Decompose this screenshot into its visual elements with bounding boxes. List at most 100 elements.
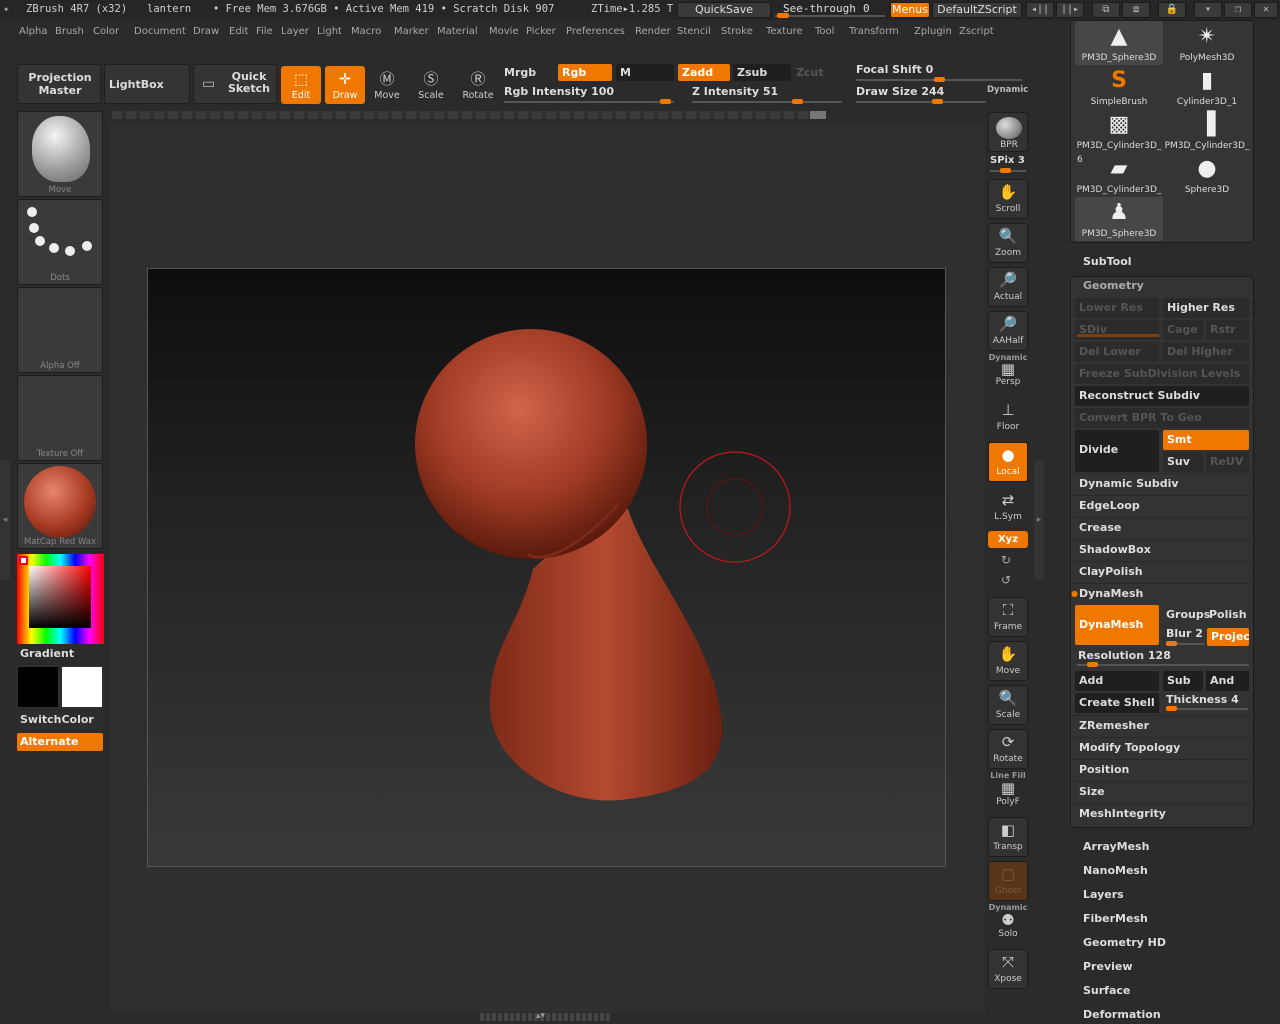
size-section[interactable]: Size	[1073, 781, 1251, 801]
rstr-button[interactable]: Rstr	[1206, 320, 1249, 340]
modify-topology-section[interactable]: Modify Topology	[1073, 737, 1251, 757]
brush-thumbnail[interactable]: Move	[17, 111, 103, 197]
z-intensity-slider[interactable]: Z Intensity 51	[692, 85, 778, 98]
tray-right-icon[interactable]: ||▸	[1056, 2, 1084, 18]
restore-icon[interactable]: ❐	[1224, 2, 1252, 18]
smt-toggle[interactable]: Smt	[1163, 430, 1249, 450]
scroll-button[interactable]: ✋ Scroll	[988, 179, 1028, 219]
menu-texture[interactable]: Texture	[766, 26, 803, 37]
freeze-subdiv-button[interactable]: Freeze SubDivision Levels	[1075, 364, 1249, 384]
right-tray-toggle-icon[interactable]: ▸	[1034, 460, 1044, 580]
document-canvas[interactable]	[147, 268, 946, 867]
fibermesh-section[interactable]: FiberMesh	[1083, 912, 1148, 925]
rotate-z-icon[interactable]: ↺	[1001, 573, 1011, 587]
sculpt-mesh[interactable]	[148, 269, 945, 866]
divide-button[interactable]: Divide	[1075, 430, 1159, 472]
sub-button[interactable]: Sub	[1163, 671, 1203, 691]
higher-res-button[interactable]: Higher Res	[1163, 298, 1249, 318]
actual-button[interactable]: 🔎 Actual	[988, 267, 1028, 307]
menu-tool[interactable]: Tool	[815, 26, 834, 37]
suv-toggle[interactable]: Suv	[1163, 452, 1203, 472]
local-button[interactable]: ● Local	[988, 442, 1028, 482]
minimize-icon[interactable]: ▾	[1194, 2, 1222, 18]
close-icon[interactable]: ✕	[1254, 2, 1278, 18]
menu-layer[interactable]: Layer	[281, 26, 309, 37]
zremesher-section[interactable]: ZRemesher	[1073, 715, 1251, 735]
arraymesh-section[interactable]: ArrayMesh	[1083, 840, 1149, 853]
persp-button[interactable]: ▦ Persp	[988, 361, 1028, 391]
solo-button[interactable]: ⚉ Solo	[988, 911, 1028, 943]
and-button[interactable]: And	[1206, 671, 1249, 691]
aahalf-button[interactable]: 🔎 AAHalf	[988, 311, 1028, 351]
menu-material[interactable]: Material	[437, 26, 478, 37]
menu-marker[interactable]: Marker	[394, 26, 429, 37]
quick-sketch-button[interactable]: ▭ Quick Sketch	[193, 64, 277, 104]
stroke-thumbnail[interactable]: Dots	[17, 199, 103, 285]
subtool-item[interactable]: ♟ PM3D_Sphere3D	[1075, 197, 1163, 241]
canvas-scrollbar-thumb[interactable]	[810, 111, 826, 119]
quicksave-button[interactable]: QuickSave	[677, 2, 771, 18]
bottom-tray-arrow-icon[interactable]: ▴▾	[536, 1011, 545, 1021]
subtool-item[interactable]: ▩ PM3D_Cylinder3D_	[1075, 109, 1163, 153]
material-thumbnail[interactable]: MatCap Red Wax	[17, 463, 103, 549]
menu-zscript[interactable]: Zscript	[959, 26, 994, 37]
nanomesh-section[interactable]: NanoMesh	[1083, 864, 1148, 877]
shadowbox-section[interactable]: ShadowBox	[1073, 539, 1251, 559]
create-shell-button[interactable]: Create Shell	[1075, 693, 1159, 713]
subtool-section[interactable]: SubTool	[1083, 255, 1132, 268]
draw-size-slider[interactable]: Draw Size 244	[856, 85, 944, 98]
color-picker[interactable]	[17, 554, 104, 644]
del-higher-button[interactable]: Del Higher	[1163, 342, 1249, 362]
menu-preferences[interactable]: Preferences	[566, 26, 625, 37]
polish-toggle[interactable]: Polish	[1209, 608, 1247, 621]
menu-brush[interactable]: Brush	[55, 26, 84, 37]
surface-section[interactable]: Surface	[1083, 984, 1130, 997]
meshintegrity-section[interactable]: MeshIntegrity	[1073, 803, 1251, 823]
zsub-toggle[interactable]: Zsub	[733, 64, 791, 81]
menu-picker[interactable]: Picker	[526, 26, 556, 37]
default-zscript-button[interactable]: DefaultZScript	[932, 2, 1022, 18]
blur-slider[interactable]: Blur 2	[1166, 627, 1203, 640]
add-button[interactable]: Add	[1075, 671, 1159, 691]
color-marker[interactable]	[19, 556, 28, 565]
layout-2-icon[interactable]: ⧈	[1122, 2, 1150, 18]
menu-edit[interactable]: Edit	[229, 26, 248, 37]
scale-view-button[interactable]: 🔍 Scale	[988, 685, 1028, 725]
menu-stencil[interactable]: Stencil	[677, 26, 711, 37]
color-sv-square[interactable]	[29, 566, 91, 628]
move-mode-button[interactable]: Ⓜ Move	[367, 66, 407, 104]
sdiv-slider[interactable]: SDiv	[1075, 320, 1159, 340]
dynamic-subdiv-section[interactable]: Dynamic Subdiv	[1073, 473, 1251, 493]
menus-button[interactable]: Menus	[890, 2, 930, 18]
geometry-header[interactable]: Geometry	[1083, 279, 1144, 292]
tray-left-icon[interactable]: ◂||	[1026, 2, 1054, 18]
m-toggle[interactable]: M	[616, 64, 674, 81]
frame-button[interactable]: ⛶ Frame	[988, 597, 1028, 637]
edgeloop-section[interactable]: EdgeLoop	[1073, 495, 1251, 515]
draw-button[interactable]: ✛ Draw	[325, 66, 365, 104]
texture-thumbnail[interactable]: Texture Off	[17, 375, 103, 461]
xyz-button[interactable]: Xyz	[988, 531, 1028, 548]
geometry-hd-section[interactable]: Geometry HD	[1083, 936, 1166, 949]
subtool-item[interactable]: ● Sphere3D	[1163, 153, 1251, 197]
dynamic-size-toggle[interactable]: Dynamic	[987, 85, 1028, 95]
menu-transform[interactable]: Transform	[849, 26, 899, 37]
convert-bpr-button[interactable]: Convert BPR To Geo	[1075, 408, 1249, 428]
groups-toggle[interactable]: Groups	[1166, 608, 1210, 621]
menu-color[interactable]: Color	[93, 26, 119, 37]
reconstruct-subdiv-button[interactable]: Reconstruct Subdiv	[1075, 386, 1249, 406]
dynamesh-button[interactable]: DynaMesh	[1075, 605, 1159, 645]
menu-movie[interactable]: Movie	[489, 26, 519, 37]
zadd-toggle[interactable]: Zadd	[678, 64, 730, 81]
menu-draw[interactable]: Draw	[193, 26, 219, 37]
lock-icon[interactable]: 🔒	[1158, 2, 1186, 18]
deformation-section[interactable]: Deformation	[1083, 1008, 1161, 1021]
subtool-item[interactable]: S SimpleBrush	[1075, 65, 1163, 109]
menu-light[interactable]: Light	[317, 26, 342, 37]
menu-zplugin[interactable]: Zplugin	[914, 26, 952, 37]
lightbox-button[interactable]: LightBox	[104, 64, 190, 104]
mrgb-toggle[interactable]: Mrgb	[504, 66, 536, 79]
subtool-item[interactable]: ✴ PolyMesh3D	[1163, 21, 1251, 65]
gradient-label[interactable]: Gradient	[20, 647, 74, 660]
secondary-color-swatch[interactable]	[61, 666, 103, 708]
